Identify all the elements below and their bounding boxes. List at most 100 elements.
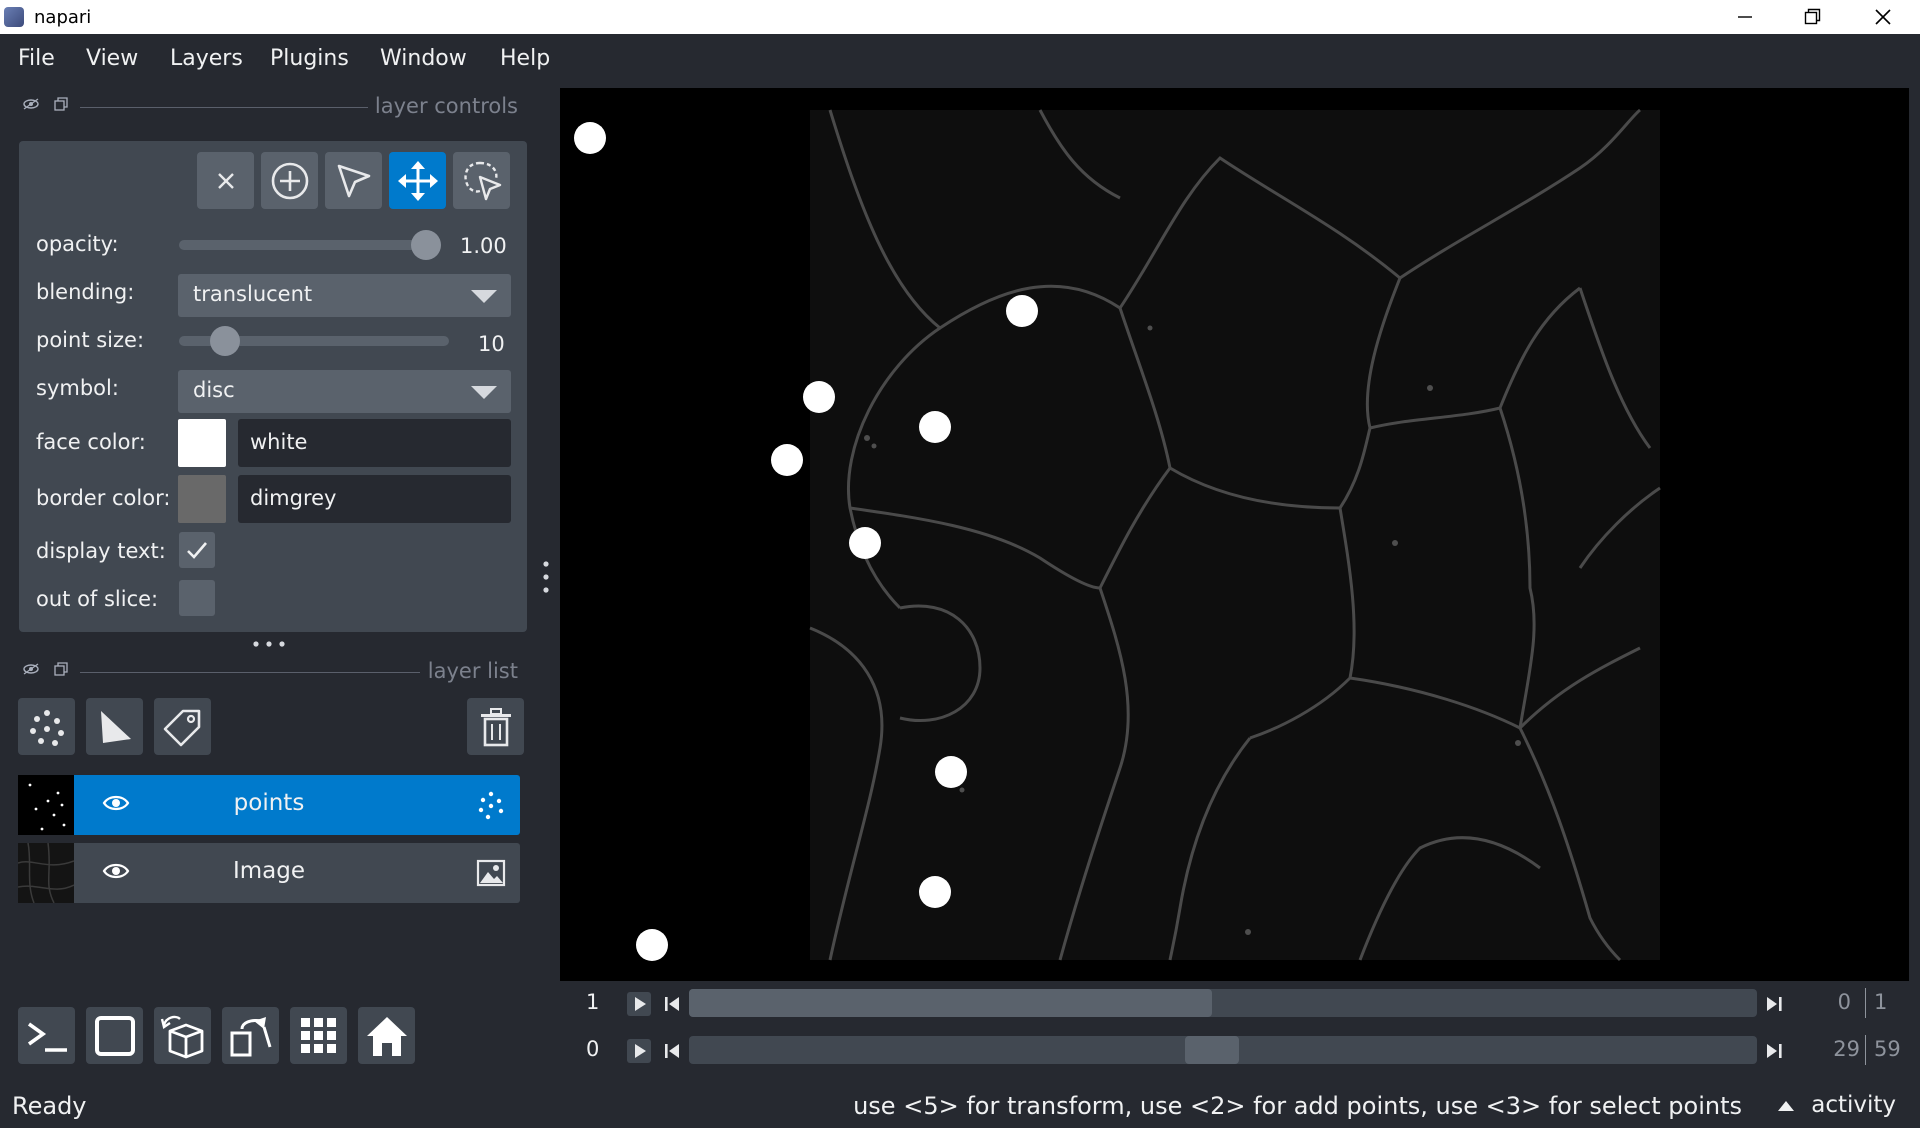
first-frame-button[interactable] — [660, 1039, 684, 1063]
symbol-label: symbol: — [36, 376, 119, 400]
transform-button[interactable] — [389, 152, 446, 209]
point-marker[interactable] — [919, 411, 951, 443]
menu-view[interactable]: View — [86, 46, 138, 71]
undock-icon[interactable] — [54, 97, 68, 111]
new-points-layer-button[interactable] — [18, 698, 75, 755]
border-color-value: dimgrey — [250, 486, 337, 510]
close-icon — [1875, 9, 1891, 25]
layer-row-points[interactable]: points — [18, 775, 520, 835]
layer-name[interactable]: Image — [88, 858, 450, 884]
point-marker[interactable] — [636, 929, 668, 961]
layer-thumbnail — [17, 842, 75, 904]
vertical-splitter-handle-icon[interactable] — [541, 560, 551, 596]
layer-list-header: layer list — [18, 657, 518, 687]
layer-controls-title: layer controls — [374, 94, 518, 118]
opacity-slider-handle[interactable] — [411, 230, 441, 260]
opacity-slider[interactable] — [179, 240, 441, 250]
layer-name[interactable]: points — [88, 790, 450, 816]
layer-thumbnail — [18, 775, 74, 835]
point-marker[interactable] — [771, 444, 803, 476]
dim-total-value: 1 — [1874, 990, 1888, 1014]
out-of-slice-label: out of slice: — [36, 587, 159, 611]
border-color-field[interactable]: dimgrey — [238, 475, 511, 523]
delete-layer-button[interactable] — [467, 698, 524, 755]
toggle-ndisplay-button[interactable] — [86, 1007, 143, 1064]
play-button[interactable] — [627, 1039, 651, 1063]
play-button[interactable] — [627, 992, 651, 1016]
dim-current-value[interactable]: 0 — [1791, 990, 1851, 1014]
float-eye-icon[interactable] — [22, 97, 40, 111]
roll-dims-button[interactable] — [154, 1007, 211, 1064]
first-frame-button[interactable] — [660, 992, 684, 1016]
opacity-value: 1.00 — [460, 234, 507, 258]
last-frame-button[interactable] — [1762, 1039, 1786, 1063]
symbol-dropdown[interactable]: disc — [178, 370, 511, 413]
status-bar: Ready use <5> for transform, use <2> for… — [0, 1083, 1920, 1128]
minimize-button[interactable] — [1710, 0, 1780, 34]
dims-slider-track[interactable] — [689, 1036, 1757, 1064]
point-size-label: point size: — [36, 328, 145, 352]
grid-icon — [300, 1017, 336, 1053]
splitter-handle-icon[interactable] — [252, 639, 288, 649]
point-marker[interactable] — [574, 122, 606, 154]
reset-view-button[interactable] — [358, 1007, 415, 1064]
layer-list-title: layer list — [427, 659, 518, 683]
face-color-swatch[interactable] — [178, 419, 226, 467]
layer-row-image[interactable]: Image — [17, 842, 520, 904]
restore-button[interactable] — [1778, 0, 1848, 34]
dim-axis-label: 0 — [586, 1037, 600, 1061]
chevron-up-icon[interactable] — [1778, 1101, 1794, 1111]
dims-slider-track[interactable] — [689, 989, 1757, 1017]
out-of-slice-checkbox[interactable] — [179, 580, 215, 616]
viewer-canvas[interactable] — [560, 88, 1909, 981]
dim-axis-label: 1 — [586, 990, 600, 1014]
dropdown-arrow-icon — [471, 290, 497, 303]
face-color-value: white — [250, 430, 308, 454]
blending-label: blending: — [36, 280, 135, 304]
activity-button[interactable]: activity — [1811, 1092, 1896, 1118]
dims-slider-fill[interactable] — [689, 989, 1213, 1017]
transpose-dims-button[interactable] — [222, 1007, 279, 1064]
opacity-label: opacity: — [36, 232, 119, 256]
dim-total-value: 59 — [1874, 1037, 1901, 1061]
menu-help[interactable]: Help — [500, 46, 550, 71]
lasso-select-button[interactable] — [453, 152, 510, 209]
face-color-field[interactable]: white — [238, 419, 511, 467]
new-labels-layer-button[interactable] — [154, 698, 211, 755]
console-button[interactable] — [18, 1007, 75, 1064]
blending-dropdown[interactable]: translucent — [178, 274, 511, 317]
canvas-scene[interactable] — [560, 88, 1909, 981]
dropdown-arrow-icon — [471, 386, 497, 399]
add-points-button[interactable] — [261, 152, 318, 209]
grid-view-button[interactable] — [290, 1007, 347, 1064]
dims-slider-handle[interactable] — [1185, 1036, 1240, 1064]
border-color-swatch[interactable] — [178, 475, 226, 523]
undock-icon[interactable] — [54, 662, 68, 676]
point-size-slider-handle[interactable] — [210, 326, 241, 356]
point-marker[interactable] — [803, 381, 835, 413]
point-marker[interactable] — [935, 756, 967, 788]
restore-icon — [1804, 8, 1821, 25]
display-text-checkbox[interactable] — [179, 532, 215, 568]
minimize-icon — [1738, 16, 1752, 18]
menu-file[interactable]: File — [18, 46, 55, 71]
console-prompt-icon — [27, 1022, 67, 1052]
menu-bar: File View Layers Plugins Window Help — [0, 34, 1920, 82]
display-text-label: display text: — [36, 539, 166, 563]
point-marker[interactable] — [919, 876, 951, 908]
point-marker[interactable] — [1006, 295, 1038, 327]
trash-icon — [480, 707, 511, 746]
divider — [1865, 988, 1866, 1018]
close-window-button[interactable] — [1848, 0, 1918, 34]
menu-plugins[interactable]: Plugins — [270, 46, 349, 71]
new-shapes-layer-button[interactable] — [86, 698, 143, 755]
dim-current-value[interactable]: 29 — [1800, 1037, 1860, 1061]
select-points-button[interactable] — [325, 152, 382, 209]
delete-selected-points-button[interactable] — [197, 152, 254, 209]
menu-layers[interactable]: Layers — [170, 46, 243, 71]
point-marker[interactable] — [849, 527, 881, 559]
menu-window[interactable]: Window — [380, 46, 467, 71]
float-eye-icon[interactable] — [22, 662, 40, 676]
last-frame-button[interactable] — [1762, 992, 1786, 1016]
home-icon — [366, 1016, 407, 1056]
